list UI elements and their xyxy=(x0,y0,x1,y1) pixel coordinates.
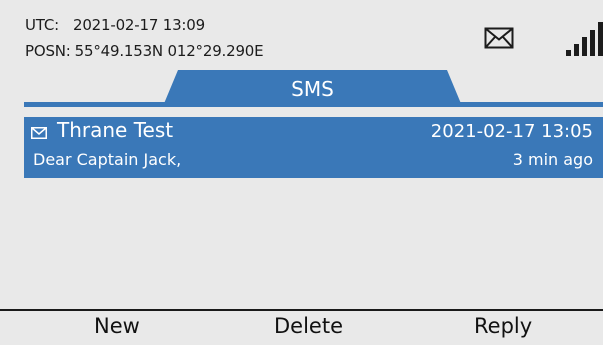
utc-label: UTC: xyxy=(25,16,59,34)
message-preview: Dear Captain Jack, xyxy=(33,150,182,169)
delete-button[interactable]: Delete xyxy=(274,314,343,338)
position: POSN: 55°49.153N 012°29.290E xyxy=(25,42,264,60)
reply-button[interactable]: Reply xyxy=(474,314,532,338)
envelope-icon xyxy=(484,27,514,49)
message-sender: Thrane Test xyxy=(57,118,174,142)
tab-sms-label: SMS xyxy=(291,76,334,101)
tab-sms[interactable]: SMS xyxy=(163,70,462,106)
message-list-item[interactable]: Thrane Test 2021-02-17 13:05 Dear Captai… xyxy=(24,117,603,178)
utc-value: 2021-02-17 13:09 xyxy=(73,16,205,34)
sms-screen: UTC: 2021-02-17 13:09 POSN: 55°49.153N 012… xyxy=(0,0,603,345)
message-age: 3 min ago xyxy=(512,150,593,169)
posn-value: 55°49.153N 012°29.290E xyxy=(74,42,264,60)
new-button[interactable]: New xyxy=(94,314,140,338)
envelope-icon xyxy=(31,127,47,139)
utc-time: UTC: 2021-02-17 13:09 xyxy=(25,16,205,34)
posn-label: POSN: xyxy=(25,42,71,60)
softkey-divider xyxy=(0,309,603,311)
message-datetime: 2021-02-17 13:05 xyxy=(430,121,593,142)
signal-strength-icon xyxy=(566,22,603,56)
